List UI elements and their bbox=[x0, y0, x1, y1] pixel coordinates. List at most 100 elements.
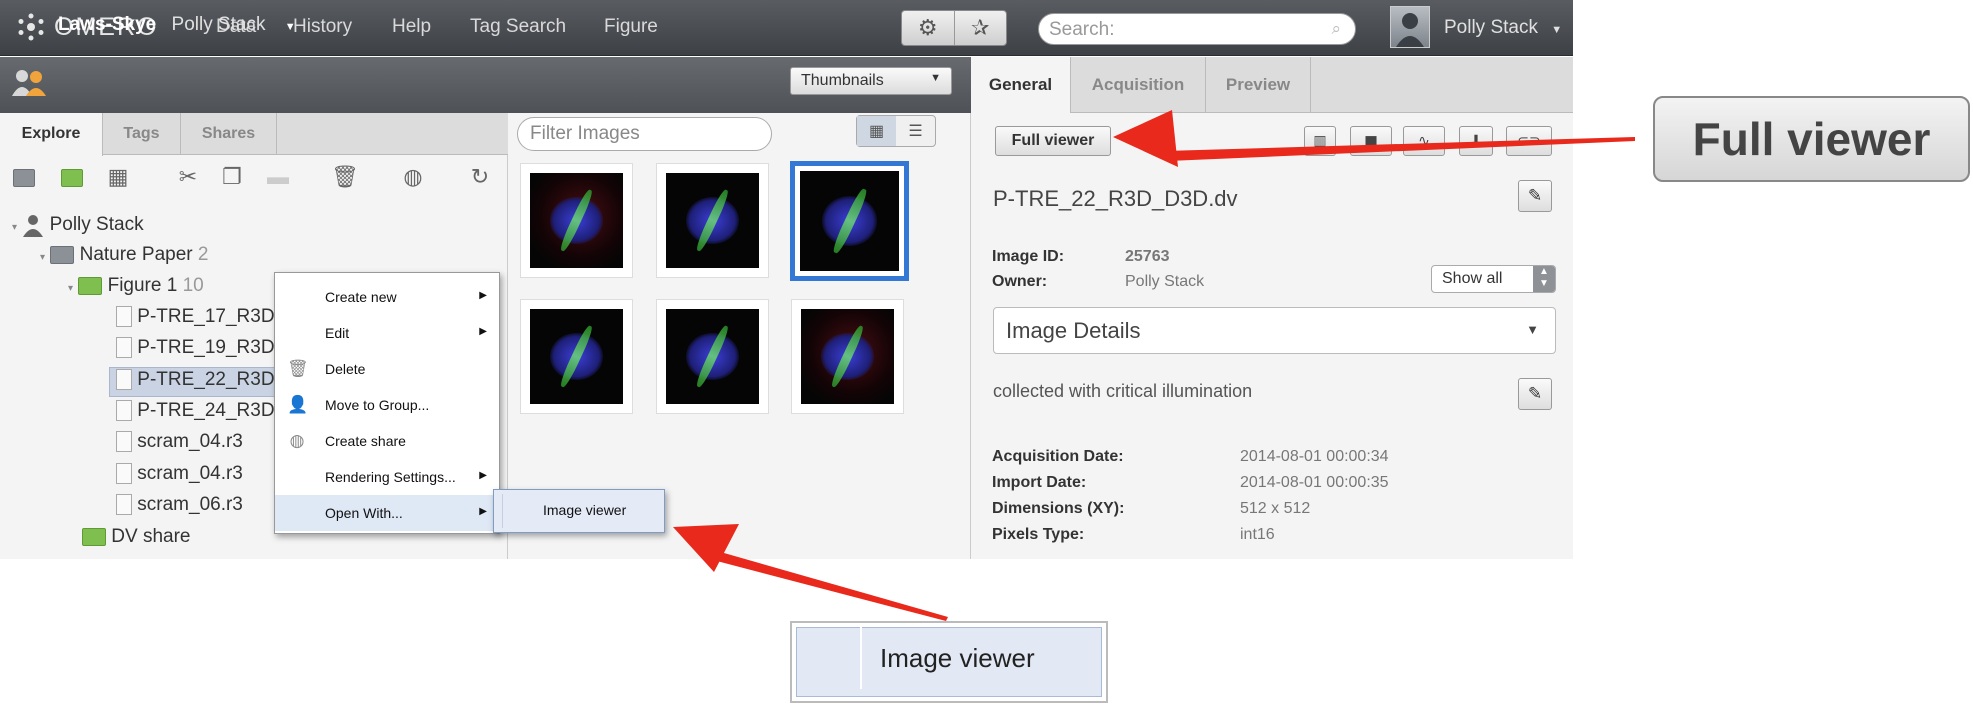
tree-image[interactable]: P-TRE_17_R3D bbox=[116, 306, 275, 328]
list-view-icon[interactable]: ☰ bbox=[896, 116, 935, 146]
menu-item-create-new[interactable]: Create new ▶ bbox=[275, 279, 499, 315]
show-all-value: Show all bbox=[1442, 270, 1503, 287]
tree-dataset[interactable]: ▾ Figure 1 10 bbox=[68, 275, 204, 297]
copy-icon[interactable]: ❐ bbox=[218, 164, 246, 192]
image-thumbnail-selected[interactable] bbox=[790, 161, 909, 281]
tab-tags[interactable]: Tags bbox=[103, 113, 181, 155]
share-folder-icon bbox=[82, 527, 106, 546]
search-input[interactable]: Search: ⌕ bbox=[1038, 13, 1356, 45]
image-label: scram_04.r3 bbox=[137, 431, 243, 452]
dataset-folder-icon bbox=[78, 276, 103, 295]
dataset-label: Figure 1 bbox=[107, 275, 178, 296]
image-file-icon bbox=[116, 306, 132, 328]
tree-image[interactable]: P-TRE_24_R3D bbox=[116, 400, 275, 422]
menu-item-move-to-group[interactable]: 👤 Move to Group... bbox=[275, 387, 499, 423]
tree-root-label: Polly Stack bbox=[49, 214, 144, 236]
cut-icon[interactable]: ✂ bbox=[174, 164, 202, 192]
tree-image[interactable]: scram_06.r3 bbox=[116, 494, 243, 516]
image-label: P-TRE_19_R3D bbox=[137, 337, 275, 358]
tree-image[interactable]: scram_04.r3 bbox=[116, 431, 243, 453]
view-mode-value: Thumbnails bbox=[801, 72, 884, 89]
filter-images-input[interactable]: Filter Images bbox=[517, 117, 772, 151]
image-file-icon bbox=[116, 400, 132, 422]
user-icon bbox=[23, 215, 44, 237]
full-viewer-button[interactable]: Full viewer bbox=[995, 126, 1111, 156]
expand-caret-icon[interactable]: ▾ bbox=[40, 252, 45, 263]
tab-explore[interactable]: Explore bbox=[0, 113, 103, 156]
tab-acquisition[interactable]: Acquisition bbox=[1071, 57, 1206, 113]
share-label: DV share bbox=[111, 526, 191, 547]
edit-name-pencil-icon[interactable]: ✎ bbox=[1518, 180, 1552, 212]
image-details-dropdown[interactable]: Image Details ▼ bbox=[993, 307, 1556, 354]
image-thumbnail[interactable] bbox=[520, 163, 633, 278]
download-icon[interactable]: ⬇ bbox=[1459, 126, 1493, 156]
image-thumbnail[interactable] bbox=[656, 299, 769, 414]
expand-caret-icon[interactable]: ▾ bbox=[12, 222, 17, 233]
image-thumbnail[interactable] bbox=[520, 299, 633, 414]
menu-item-create-share[interactable]: ◍ Create share bbox=[275, 423, 499, 459]
nav-figure[interactable]: Figure bbox=[604, 16, 658, 38]
tab-general[interactable]: General bbox=[971, 57, 1071, 114]
new-dataset-folder-icon[interactable] bbox=[58, 164, 86, 192]
image-id-label: Image ID: bbox=[992, 248, 1065, 265]
tree-root-user[interactable]: ▾ Polly Stack bbox=[12, 213, 144, 237]
tab-shares[interactable]: Shares bbox=[181, 113, 277, 155]
project-label: Nature Paper bbox=[79, 244, 193, 265]
delete-trash-icon[interactable]: 🗑 bbox=[331, 164, 359, 192]
settings-gear-icon[interactable]: ⚙ bbox=[902, 11, 954, 45]
tree-image[interactable]: P-TRE_19_R3D bbox=[116, 337, 275, 359]
tree-project[interactable]: ▾ Nature Paper 2 bbox=[40, 244, 208, 266]
acquisition-date-label: Acquisition Date: bbox=[992, 448, 1124, 465]
tree-share[interactable]: DV share bbox=[82, 526, 190, 548]
nav-help[interactable]: Help bbox=[392, 16, 431, 38]
user-menu[interactable]: Polly Stack ▼ bbox=[1444, 17, 1562, 39]
tab-preview[interactable]: Preview bbox=[1206, 57, 1311, 113]
image-viewer-menu-item[interactable]: Image viewer bbox=[543, 502, 626, 518]
import-date-label: Import Date: bbox=[992, 474, 1087, 491]
menu-item-rendering-settings[interactable]: Rendering Settings... ▶ bbox=[275, 459, 499, 495]
group-selector[interactable]: Laws-Skye Polly Stack ▼ bbox=[58, 14, 296, 36]
omero-logo-icon bbox=[18, 13, 44, 41]
link-icon[interactable]: ⊂⊃ bbox=[1506, 126, 1552, 156]
edit-description-pencil-icon[interactable]: ✎ bbox=[1518, 378, 1552, 410]
chevron-down-icon: ▼ bbox=[1551, 24, 1563, 36]
menu-item-label: Open With... bbox=[325, 505, 403, 521]
menu-item-delete[interactable]: 🗑 Delete bbox=[275, 351, 499, 387]
new-project-folder-icon[interactable] bbox=[10, 164, 38, 192]
user-avatar[interactable] bbox=[1390, 6, 1430, 48]
image-file-icon bbox=[116, 369, 132, 391]
plot-icon[interactable]: ∿ bbox=[1403, 126, 1445, 156]
stepper-icon: ▲ ▼ bbox=[1533, 266, 1555, 292]
new-screen-icon[interactable]: ▦ bbox=[104, 164, 132, 192]
image-file-icon bbox=[116, 431, 132, 453]
expand-caret-icon[interactable]: ▾ bbox=[68, 283, 73, 294]
submenu-arrow-icon: ▶ bbox=[479, 470, 487, 481]
user-silhouette-icon bbox=[1396, 13, 1424, 47]
image-label: P-TRE_17_R3D bbox=[137, 306, 275, 327]
layout-toggle: ▦ ☰ bbox=[856, 115, 936, 147]
image-id-value: 25763 bbox=[1125, 248, 1170, 265]
nav-history[interactable]: History bbox=[293, 16, 352, 38]
chart-icon[interactable]: ▥ bbox=[1304, 126, 1336, 156]
tree-image[interactable]: scram_04.r3 bbox=[116, 463, 243, 485]
chevron-down-icon: ▼ bbox=[1526, 322, 1539, 337]
grid-view-icon[interactable]: ▦ bbox=[857, 116, 896, 146]
project-count: 2 bbox=[197, 244, 209, 265]
tree-image-selected[interactable]: P-TRE_22_R3D bbox=[116, 369, 275, 391]
menu-item-edit[interactable]: Edit ▶ bbox=[275, 315, 499, 351]
paste-icon[interactable]: ▬ bbox=[264, 164, 292, 192]
menu-item-open-with[interactable]: Open With... ▶ bbox=[275, 495, 499, 531]
full-viewer-callout: Full viewer bbox=[1653, 96, 1970, 182]
image-thumbnail[interactable] bbox=[791, 299, 904, 414]
user-name: Polly Stack bbox=[1444, 17, 1538, 38]
search-placeholder: Search: bbox=[1049, 19, 1115, 40]
nav-tag-search[interactable]: Tag Search bbox=[470, 16, 566, 38]
show-all-select[interactable]: Show all ▲ ▼ bbox=[1431, 265, 1556, 293]
dimensions-label: Dimensions (XY): bbox=[992, 500, 1125, 517]
view-mode-select[interactable]: Thumbnails ▼ bbox=[790, 67, 952, 95]
scripts-stars-icon[interactable]: ✰ bbox=[953, 11, 1007, 45]
refresh-icon[interactable]: ↻ bbox=[466, 164, 494, 192]
share-globe-icon[interactable]: ◍ bbox=[399, 164, 427, 192]
histogram-icon[interactable]: ▆ bbox=[1350, 126, 1392, 156]
image-thumbnail[interactable] bbox=[656, 163, 769, 278]
